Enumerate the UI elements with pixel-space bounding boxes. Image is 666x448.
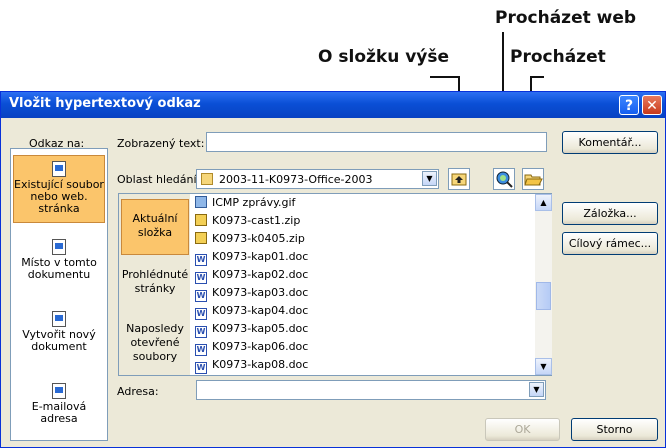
list-item[interactable]: K0973-kap06.doc xyxy=(195,339,309,356)
callout-browse: Procházet xyxy=(510,47,606,67)
chevron-down-icon[interactable]: ▼ xyxy=(422,171,437,186)
file-name: K0973-kap02.doc xyxy=(212,268,309,281)
file-name: K0973-k0405.zip xyxy=(212,232,305,245)
list-item[interactable]: K0973-kap02.doc xyxy=(195,267,309,284)
folder-icon xyxy=(201,173,213,185)
word-file-icon xyxy=(195,254,207,266)
file-name: ICMP zprávy.gif xyxy=(212,196,296,209)
image-file-icon xyxy=(195,196,207,208)
address-input[interactable]: ▼ xyxy=(196,380,546,400)
nav-recent-files[interactable]: Naposledy otevřené soubory xyxy=(121,322,189,372)
close-button[interactable]: ✕ xyxy=(642,95,662,115)
file-browser-panel: Aktuální složka Prohlédnuté stránky Napo… xyxy=(118,193,552,376)
zip-file-icon xyxy=(195,214,207,226)
list-item[interactable]: K0973-kap08.doc xyxy=(195,357,309,374)
display-text-input[interactable] xyxy=(206,132,547,152)
word-file-icon xyxy=(195,344,207,356)
word-file-icon xyxy=(195,362,207,374)
file-name: K0973-kap05.doc xyxy=(212,322,309,335)
sidebar-item-email-address[interactable]: E-mailová adresa xyxy=(13,381,105,437)
dialog-title: Vložit hypertextový odkaz xyxy=(9,96,201,111)
folder-up-icon xyxy=(451,173,467,186)
comment-button[interactable]: Komentář... xyxy=(562,131,658,154)
look-in-label: Oblast hledání: xyxy=(117,173,201,186)
bookmark-button[interactable]: Záložka... xyxy=(562,202,658,225)
sidebar-item-new-document[interactable]: Vytvořit nový dokument xyxy=(13,309,105,369)
zip-file-icon xyxy=(195,232,207,244)
look-in-select[interactable]: 2003-11-K0973-Office-2003 ▼ xyxy=(196,169,439,189)
scroll-up-icon[interactable]: ▲ xyxy=(535,194,552,211)
list-item[interactable]: K0973-kap04.doc xyxy=(195,303,309,320)
document-place-icon xyxy=(52,239,66,255)
new-document-icon xyxy=(52,311,66,327)
list-item[interactable]: K0973-kap05.doc xyxy=(195,321,309,338)
chevron-down-icon[interactable]: ▼ xyxy=(529,382,544,397)
display-text-label: Zobrazený text: xyxy=(117,137,205,150)
help-button[interactable]: ? xyxy=(619,95,639,115)
browse-web-button[interactable] xyxy=(493,168,515,190)
nav-current-folder[interactable]: Aktuální složka xyxy=(121,199,189,255)
file-name: K0973-kap01.doc xyxy=(212,250,309,263)
sidebar-item-place-in-document[interactable]: Místo v tomto dokumentu xyxy=(13,237,105,297)
sidebar-item-existing-file[interactable]: Existující soubor nebo web. stránka xyxy=(13,155,105,223)
file-name: K0973-cast1.zip xyxy=(212,214,301,227)
scroll-down-icon[interactable]: ▼ xyxy=(535,358,552,375)
list-item[interactable]: K0973-kap03.doc xyxy=(195,285,309,302)
callout-line-up-h xyxy=(430,76,460,78)
nav-browsed-pages[interactable]: Prohlédnuté stránky xyxy=(121,268,189,302)
title-bar[interactable]: Vložit hypertextový odkaz ? ✕ xyxy=(1,92,665,118)
link-to-sidebar: Existující soubor nebo web. stránka Míst… xyxy=(10,148,108,441)
file-name: K0973-kap08.doc xyxy=(212,358,309,371)
callout-line-browse-h xyxy=(530,76,544,78)
address-label: Adresa: xyxy=(117,385,159,398)
quick-nav: Aktuální složka Prohlédnuté stránky Napo… xyxy=(119,194,190,375)
web-search-icon xyxy=(496,171,513,188)
list-item[interactable]: K0973-kap01.doc xyxy=(195,249,309,266)
callout-up-folder: O složku výše xyxy=(318,47,450,67)
web-page-icon xyxy=(52,161,66,177)
word-file-icon xyxy=(195,290,207,302)
list-item[interactable]: ICMP zprávy.gif xyxy=(195,195,295,211)
ok-button[interactable]: OK xyxy=(485,418,560,441)
sidebar-item-label: Existující soubor nebo web. stránka xyxy=(14,178,104,215)
sidebar-item-label: E-mailová adresa xyxy=(31,400,87,425)
email-icon xyxy=(52,383,66,399)
target-frame-button[interactable]: Cílový rámec... xyxy=(562,232,658,255)
scroll-thumb[interactable] xyxy=(536,282,551,310)
callout-browse-web: Procházet web xyxy=(495,8,637,28)
open-folder-icon xyxy=(524,174,543,186)
up-one-folder-button[interactable] xyxy=(448,168,470,190)
sidebar-item-label: Místo v tomto dokumentu xyxy=(21,256,97,281)
list-item[interactable]: K0973-cast1.zip xyxy=(195,213,300,229)
sidebar-item-label: Vytvořit nový dokument xyxy=(22,328,96,353)
file-name: K0973-kap04.doc xyxy=(212,304,309,317)
file-list: ICMP zprávy.gif K0973-cast1.zip K0973-k0… xyxy=(191,194,536,375)
look-in-value: 2003-11-K0973-Office-2003 xyxy=(219,173,373,186)
word-file-icon xyxy=(195,272,207,284)
browse-file-button[interactable] xyxy=(522,168,544,190)
file-list-scrollbar[interactable]: ▲ ▼ xyxy=(535,194,552,375)
word-file-icon xyxy=(195,326,207,338)
cancel-button[interactable]: Storno xyxy=(571,418,658,441)
list-item[interactable]: K0973-k0405.zip xyxy=(195,231,305,247)
file-name: K0973-kap06.doc xyxy=(212,340,309,353)
file-name: K0973-kap03.doc xyxy=(212,286,309,299)
word-file-icon xyxy=(195,308,207,320)
